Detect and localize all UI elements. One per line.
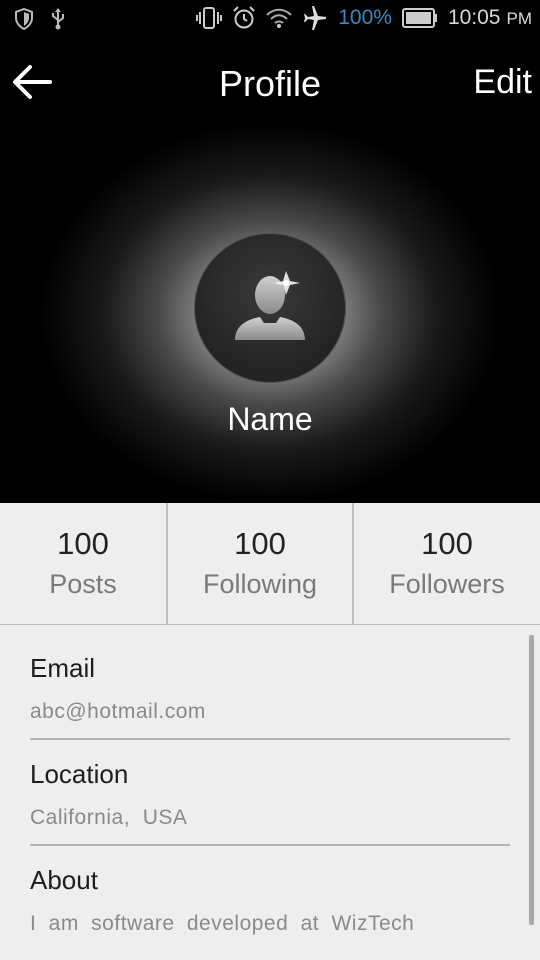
vibrate-icon [196,7,223,29]
stat-posts-value: 100 [57,525,109,561]
stat-following-label: Following [202,568,318,599]
usb-icon [50,8,66,30]
divider [30,844,510,846]
avatar[interactable] [194,233,346,383]
divider [30,738,510,740]
email-value: abc@hotmail.com [30,700,206,723]
battery-icon [401,8,438,28]
stat-following-value: 100 [234,525,286,561]
edit-button[interactable]: Edit [473,63,532,102]
clock: 10:05 PM [448,6,532,30]
alarm-icon [232,6,256,30]
scrollbar[interactable] [529,635,534,925]
location-row: Location California, USA [30,759,510,830]
email-row: Email abc@hotmail.com [30,653,510,724]
status-icons-right: 100% 10:05 PM [196,6,532,30]
location-value: California, USA [30,806,188,829]
profile-name: Name [227,401,313,437]
status-bar: 100% 10:05 PM [0,0,540,38]
clock-ampm: PM [506,9,533,28]
about-value: I am software developed at WizTech [30,912,415,935]
app-bar: Profile Edit [0,38,540,128]
stat-followers[interactable]: 100 Followers [352,503,540,624]
location-label: Location [30,759,129,789]
status-icons-left [14,8,66,30]
email-label: Email [30,653,96,683]
clock-time: 10:05 [447,6,501,29]
airplane-icon [302,6,328,30]
wifi-icon [266,7,292,29]
about-label: About [30,865,98,895]
battery-percent: 100% [338,6,392,29]
profile-details: Email abc@hotmail.com Location Californi… [0,625,540,960]
stat-following[interactable]: 100 Following [166,503,352,624]
stat-posts[interactable]: 100 Posts [0,503,166,624]
stat-posts-label: Posts [49,568,117,599]
page-title: Profile [218,63,322,104]
about-row: About I am software developed at WizTech [30,865,510,936]
stat-followers-label: Followers [389,568,505,599]
stat-followers-value: 100 [421,525,473,561]
profile-header: Name [0,128,540,503]
stats-bar: 100 Posts 100 Following 100 Followers [0,503,540,626]
shield-icon [14,8,34,30]
user-silhouette-icon [235,271,305,340]
